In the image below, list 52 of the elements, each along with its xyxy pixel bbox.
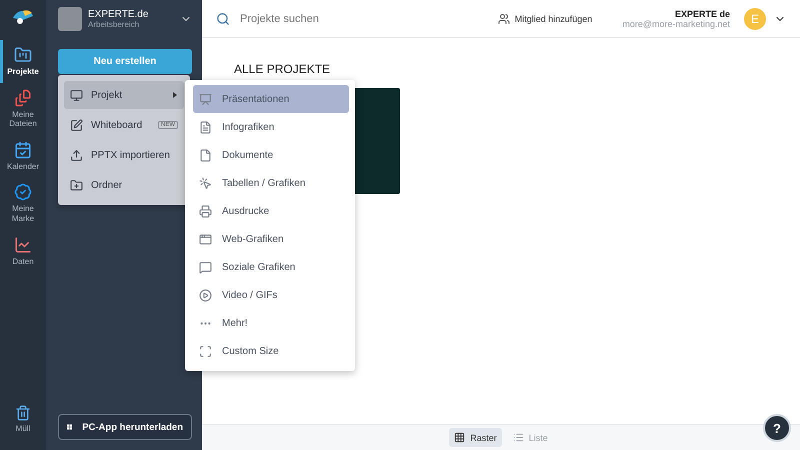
- submenu-item[interactable]: Präsentationen: [193, 85, 349, 113]
- submenu-item[interactable]: Tabellen / Grafiken: [193, 169, 349, 197]
- frame-icon: [199, 344, 212, 358]
- pointer-icon: [199, 176, 212, 190]
- submenu-item[interactable]: Ausdrucke: [193, 197, 349, 225]
- submenu-item[interactable]: Video / GIFs: [193, 281, 349, 309]
- folder-plus-icon: [70, 178, 83, 192]
- user-email: more@more-marketing.net: [622, 18, 730, 28]
- submenu-item[interactable]: Infografiken: [193, 113, 349, 141]
- logo-icon: [11, 8, 35, 26]
- folder-icon: [14, 46, 32, 64]
- grid-icon: [454, 432, 466, 443]
- submenu-item[interactable]: Mehr!: [193, 309, 349, 337]
- trash-icon: [15, 405, 31, 422]
- rail-item[interactable]: Müll: [0, 399, 46, 440]
- menu-item[interactable]: Ordner: [64, 171, 184, 199]
- files-icon: [14, 88, 32, 107]
- document-icon: [199, 148, 212, 162]
- submenu-item[interactable]: Soziale Grafiken: [193, 253, 349, 281]
- rail-item[interactable]: Daten: [0, 230, 46, 272]
- badge-icon: [14, 183, 32, 202]
- rail-item[interactable]: Kalender: [0, 134, 46, 178]
- rail-item[interactable]: Meine Dateien: [0, 82, 46, 135]
- document-list-icon: [199, 120, 212, 134]
- view-toggle[interactable]: Raster: [449, 428, 502, 447]
- whiteboard-icon: [70, 118, 83, 132]
- section-heading: ALLE PROJEKTE: [234, 62, 332, 76]
- workspace-label: Arbeitsbereich: [88, 20, 140, 29]
- menu-item[interactable]: Projekt: [64, 81, 184, 109]
- people-icon: [498, 12, 510, 24]
- calendar-icon: [14, 140, 32, 159]
- printer-icon: [199, 204, 212, 218]
- search-icon: [216, 12, 230, 26]
- rail-item[interactable]: Projekte: [0, 40, 46, 83]
- rail-item[interactable]: Meine Marke: [0, 177, 46, 230]
- download-app-button[interactable]: PC-App herunterladen: [58, 414, 192, 440]
- menu-item[interactable]: PPTX importieren: [64, 141, 184, 169]
- submenu-item[interactable]: Custom Size: [193, 337, 349, 365]
- play-icon: [199, 288, 212, 302]
- submenu-item[interactable]: Dokumente: [193, 141, 349, 169]
- presentation-icon: [199, 92, 212, 106]
- add-member-button[interactable]: Mitglied hinzufügen: [492, 12, 598, 26]
- speech-bubble-icon: [199, 260, 212, 274]
- chart-icon: [14, 236, 32, 254]
- avatar-photo-placeholder: [58, 7, 82, 31]
- workspace-name: EXPERTE.de: [88, 9, 150, 20]
- submenu-item[interactable]: Web-Grafiken: [193, 225, 349, 253]
- user-name: EXPERTE de: [674, 8, 730, 18]
- upload-icon: [70, 148, 83, 162]
- monitor-icon: [70, 88, 83, 102]
- help-button[interactable]: ?: [763, 414, 791, 442]
- browser-window-icon: [199, 232, 212, 246]
